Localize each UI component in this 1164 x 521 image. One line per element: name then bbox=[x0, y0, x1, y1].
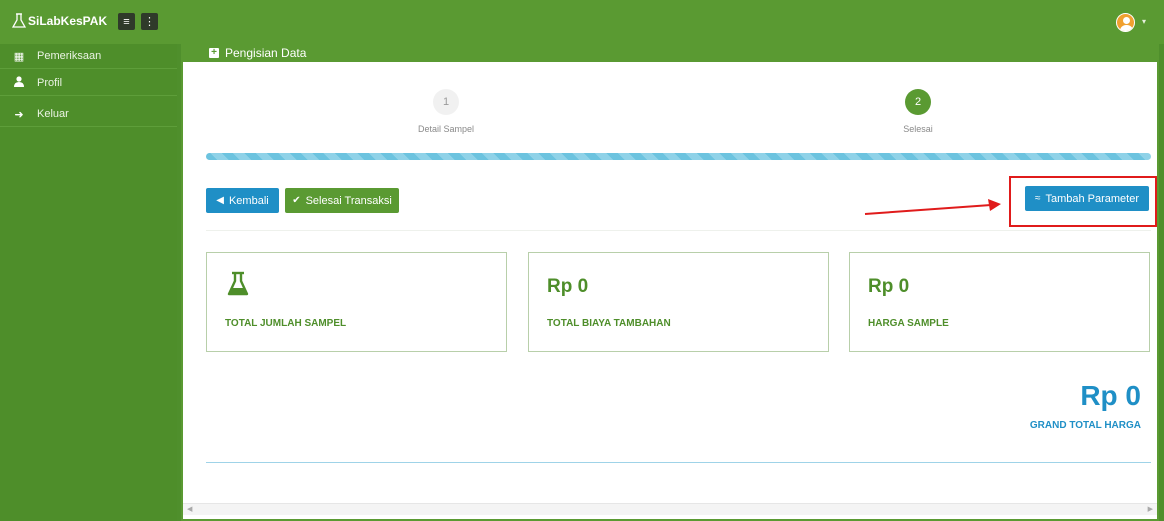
grand-total: Rp 0 GRAND TOTAL HARGA bbox=[1009, 380, 1141, 431]
card-value: Rp 0 bbox=[868, 276, 910, 297]
sidebar-item-label: Profil bbox=[37, 77, 63, 89]
sidebar: ▦ Pemeriksaan Profil ➜ Keluar bbox=[0, 44, 177, 521]
grand-total-caption: GRAND TOTAL HARGA bbox=[1029, 420, 1141, 431]
annotation-arrow bbox=[864, 199, 1001, 215]
scroll-right-icon[interactable]: ▶ bbox=[1148, 505, 1153, 513]
plus-square-icon: + bbox=[209, 48, 219, 58]
step-label: Selesai bbox=[903, 124, 933, 134]
card-value: Rp 0 bbox=[547, 276, 589, 297]
sidebar-item-label: Pemeriksaan bbox=[37, 50, 102, 62]
brand-logo[interactable]: SiLabKesPAK bbox=[12, 13, 107, 29]
panel-title: Pengisian Data bbox=[225, 46, 307, 60]
flask-icon bbox=[227, 271, 249, 296]
table-icon: ▦ bbox=[13, 50, 25, 63]
sign-out-icon: ➜ bbox=[14, 108, 24, 121]
card-caption: TOTAL JUMLAH SAMPEL bbox=[225, 318, 347, 329]
sidebar-item-profil[interactable]: Profil bbox=[0, 71, 177, 96]
user-icon bbox=[12, 76, 26, 90]
divider bbox=[206, 230, 1151, 231]
check-icon: ✔ bbox=[292, 195, 301, 206]
add-parameter-button[interactable]: ≈ Tambah Parameter bbox=[1025, 186, 1149, 211]
top-navbar: SiLabKesPAK ≡ ⋮ ▾ bbox=[0, 0, 1164, 44]
wizard-step-1[interactable]: 1 Detail Sampel bbox=[401, 89, 491, 134]
brand-name: SiLabKesPAK bbox=[28, 14, 108, 28]
card-caption: HARGA SAMPLE bbox=[868, 318, 949, 329]
finish-button-label: Selesai Transaksi bbox=[305, 194, 392, 207]
wizard-progress-bar bbox=[206, 153, 1151, 160]
trend-line-icon: ≈ bbox=[1034, 193, 1041, 204]
step-label: Detail Sampel bbox=[417, 124, 475, 134]
back-button-label: Kembali bbox=[228, 194, 269, 207]
back-button[interactable]: ◀ Kembali bbox=[206, 188, 279, 213]
divider bbox=[206, 462, 1151, 463]
chevron-down-icon[interactable]: ▾ bbox=[1142, 17, 1146, 26]
panel-header: + Pengisian Data bbox=[183, 44, 1157, 62]
card-caption: TOTAL BIAYA TAMBAHAN bbox=[547, 318, 671, 329]
step-number: 2 bbox=[905, 89, 931, 115]
menu-toggle-button[interactable]: ≡ bbox=[118, 13, 135, 30]
add-parameter-label: Tambah Parameter bbox=[1045, 192, 1140, 205]
card-sample-price: Rp 0 HARGA SAMPLE bbox=[849, 252, 1150, 352]
grand-total-value: Rp 0 bbox=[1080, 380, 1141, 411]
sidebar-item-pemeriksaan[interactable]: ▦ Pemeriksaan bbox=[0, 44, 177, 69]
vertical-dots-icon: ⋮ bbox=[144, 16, 155, 28]
lab-logo-icon bbox=[12, 13, 26, 28]
scroll-left-icon[interactable]: ◀ bbox=[187, 505, 192, 513]
hamburger-icon: ≡ bbox=[123, 15, 130, 28]
arrow-circle-left-icon: ◀ bbox=[216, 195, 224, 206]
sidebar-item-keluar[interactable]: ➜ Keluar bbox=[0, 102, 177, 127]
horizontal-scrollbar[interactable]: ◀ ▶ bbox=[183, 503, 1157, 515]
more-options-button[interactable]: ⋮ bbox=[141, 13, 158, 30]
wizard-step-2[interactable]: 2 Selesai bbox=[873, 89, 963, 134]
card-total-samples: TOTAL JUMLAH SAMPEL bbox=[206, 252, 507, 352]
card-additional-cost: Rp 0 TOTAL BIAYA TAMBAHAN bbox=[528, 252, 829, 352]
step-number: 1 bbox=[433, 89, 459, 115]
user-avatar-icon[interactable] bbox=[1116, 13, 1135, 32]
finish-transaction-button[interactable]: ✔ Selesai Transaksi bbox=[285, 188, 399, 213]
main-panel: + Pengisian Data 1 Detail Sampel 2 Seles… bbox=[181, 44, 1159, 521]
sidebar-item-label: Keluar bbox=[37, 108, 69, 120]
